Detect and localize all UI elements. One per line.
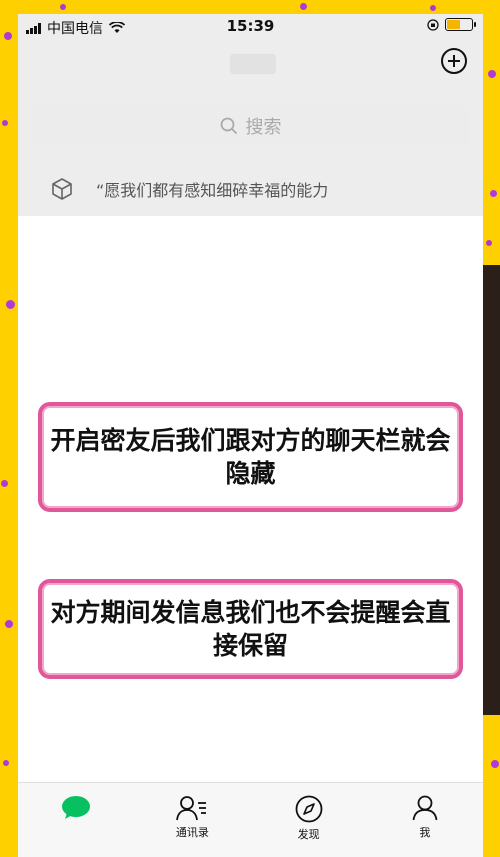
tab-me[interactable]: 我 (367, 783, 483, 857)
search-placeholder: 搜索 (245, 117, 282, 138)
clock: 15:39 (226, 17, 275, 35)
tab-me-label: 我 (419, 826, 431, 839)
search-icon (220, 117, 237, 135)
phone-screen: 中国电信 15:39 搜索 “愿我们都有感知细碎幸福的能力 开启密友后我们跟对方… (18, 14, 483, 857)
cube-icon (52, 178, 72, 200)
caption-box-1: 开启密友后我们跟对方的聊天栏就会隐藏 (38, 402, 463, 512)
chat-bubble-icon (62, 796, 91, 819)
battery-icon (445, 18, 476, 31)
background-photo-edge (482, 265, 500, 715)
search-bar[interactable]: 搜索 (32, 106, 469, 146)
orientation-lock-icon (427, 18, 439, 31)
tab-contacts[interactable]: 通讯录 (134, 783, 250, 857)
person-icon (412, 795, 438, 821)
status-bar: 中国电信 15:39 (18, 14, 483, 40)
chat-list-content: 开启密友后我们跟对方的聊天栏就会隐藏 对方期间发信息我们也不会提醒会直接保留 (18, 216, 483, 782)
chat-list-header: 搜索 “愿我们都有感知细碎幸福的能力 (18, 40, 483, 216)
caption-text-1: 开启密友后我们跟对方的聊天栏就会隐藏 (50, 426, 451, 488)
pinned-status-row[interactable]: “愿我们都有感知细碎幸福的能力 (18, 168, 483, 210)
tab-discover-label: 发现 (297, 828, 320, 841)
page-title-blurred (230, 54, 276, 74)
bottom-tab-bar: 通讯录 发现 我 (18, 782, 483, 857)
tab-contacts-label: 通讯录 (175, 826, 209, 839)
tab-discover[interactable]: 发现 (251, 783, 367, 857)
pinned-status-text: “愿我们都有感知细碎幸福的能力 (96, 181, 329, 200)
caption-box-2: 对方期间发信息我们也不会提醒会直接保留 (38, 579, 463, 679)
add-button[interactable] (441, 48, 467, 74)
contacts-icon (176, 796, 207, 821)
tab-chats[interactable] (18, 783, 134, 857)
caption-text-2: 对方期间发信息我们也不会提醒会直接保留 (50, 598, 451, 660)
compass-icon (295, 795, 323, 823)
